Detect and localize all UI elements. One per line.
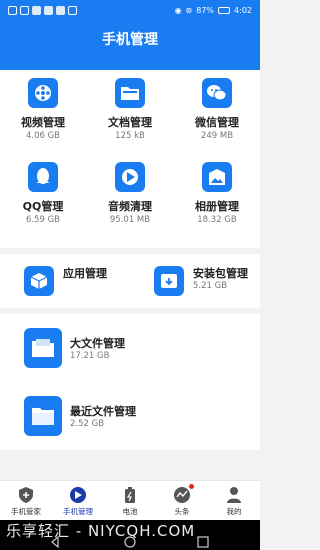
tile-size: 249 MB: [200, 131, 234, 141]
large-file-item[interactable]: 大文件管理 17.21 GB: [24, 328, 125, 368]
film-reel-icon: [28, 78, 58, 108]
manage-icon: [69, 486, 87, 504]
tile-wechat[interactable]: 微信管理 249 MB: [174, 78, 260, 141]
nav-label: 手机管理: [63, 507, 93, 516]
package-manager-size: 5.21 GB: [193, 281, 228, 291]
profile-icon: [225, 486, 243, 504]
battery-icon: [218, 6, 231, 14]
recent-file-item[interactable]: 最近文件管理 2.52 GB: [24, 396, 136, 436]
apps-section: 应用管理 安装包管理 5.21 GB: [0, 254, 260, 308]
tile-video[interactable]: 视频管理 4.06 GB: [0, 78, 86, 141]
more-notification-icon: [68, 5, 77, 15]
nav-label: 我的: [226, 507, 242, 516]
large-file-label: 大文件管理: [70, 336, 125, 350]
package-download-icon: [154, 266, 184, 296]
wechat-icon: [202, 78, 232, 108]
nav-mine[interactable]: 我的: [208, 481, 260, 520]
tile-audio[interactable]: 音频清理 95.01 MB: [87, 162, 173, 225]
large-file-folder-icon: [24, 328, 62, 368]
recent-file-label: 最近文件管理: [70, 404, 136, 418]
nav-label: 头条: [174, 507, 190, 516]
folder-icon: [115, 78, 145, 108]
tile-documents[interactable]: 文档管理 125 kB: [87, 78, 173, 141]
tile-name: 文档管理: [108, 116, 152, 129]
recents-icon[interactable]: [197, 536, 209, 548]
recent-file-size: 2.52 GB: [70, 418, 105, 429]
notification-badge: [189, 484, 194, 489]
headlines-icon: [173, 486, 191, 504]
nav-phone-butler[interactable]: 手机管家: [0, 481, 52, 520]
package-manager-item[interactable]: 安装包管理 5.21 GB: [154, 266, 248, 296]
tile-name: 相册管理: [195, 200, 239, 213]
header-bar: ◉ ⊛ 87% 4:02 手机管理: [0, 0, 260, 70]
tile-album[interactable]: 相册管理 18.32 GB: [174, 162, 260, 225]
tile-name: 视频管理: [21, 116, 65, 129]
sim-icon: [8, 5, 17, 15]
status-bar: ◉ ⊛ 87% 4:02: [0, 0, 260, 20]
app-notification-icon: [32, 5, 41, 15]
recent-folder-icon: [24, 396, 62, 436]
tile-size: 4.06 GB: [25, 131, 61, 141]
tile-size: 6.59 GB: [25, 215, 61, 225]
battery-icon: [121, 486, 139, 504]
status-notification-icons: [8, 5, 77, 15]
tile-name: QQ管理: [22, 200, 64, 213]
tile-size: 125 kB: [115, 131, 145, 141]
bottom-nav: 手机管家 手机管理 电池 头条 我的: [0, 480, 260, 520]
audio-icon: [115, 162, 145, 192]
large-file-size: 17.21 GB: [70, 350, 110, 361]
nav-headlines[interactable]: 头条: [156, 481, 208, 520]
page-title: 手机管理: [102, 32, 158, 48]
app-manager-item[interactable]: 应用管理: [24, 266, 107, 296]
app-manager-label: 应用管理: [63, 267, 107, 280]
tile-name: 音频清理: [108, 200, 152, 213]
app-notification-icon: [44, 5, 53, 15]
wifi-icon: [20, 5, 29, 15]
nav-label: 手机管家: [11, 507, 41, 516]
watermark-bar: 乐享轻汇 - NIYCQH.COM: [0, 520, 260, 550]
tile-size: 95.01 MB: [109, 215, 151, 225]
watermark-text: 乐享轻汇 - NIYCQH.COM: [6, 522, 196, 540]
nav-phone-manage[interactable]: 手机管理: [52, 481, 104, 520]
category-grid: 视频管理 4.06 GB 文档管理 125 kB 微信管理 249 MB QQ管…: [0, 70, 260, 248]
shield-plus-icon: [17, 486, 35, 504]
tile-name: 微信管理: [195, 116, 239, 129]
cube-icon: [24, 266, 54, 296]
photo-album-icon: [202, 162, 232, 192]
bluetooth-icon: ⊛: [185, 5, 193, 15]
app-notification-icon: [56, 5, 65, 15]
nav-battery[interactable]: 电池: [104, 481, 156, 520]
package-manager-label: 安装包管理: [193, 267, 248, 280]
files-section: 大文件管理 17.21 GB 最近文件管理 2.52 GB: [0, 314, 260, 450]
status-time: 4:02: [234, 5, 252, 15]
location-icon: ◉: [174, 5, 182, 15]
battery-percent: 87%: [196, 5, 215, 15]
qq-penguin-icon: [28, 162, 58, 192]
tile-qq[interactable]: QQ管理 6.59 GB: [0, 162, 86, 225]
nav-label: 电池: [122, 507, 138, 516]
tile-size: 18.32 GB: [197, 215, 237, 225]
